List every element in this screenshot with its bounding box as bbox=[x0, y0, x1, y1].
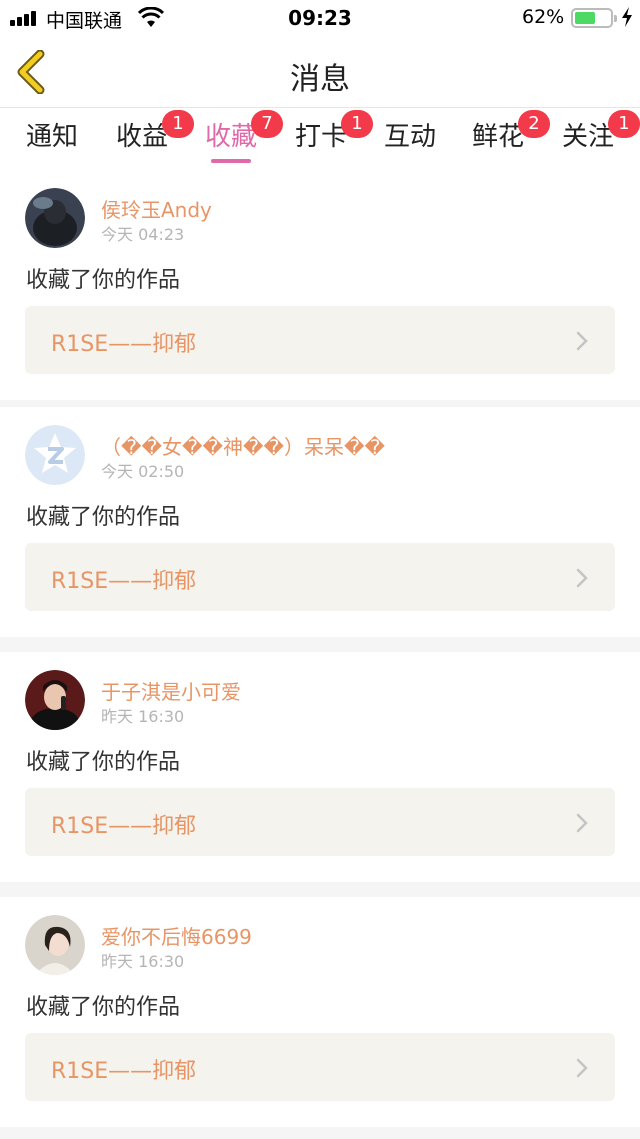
nav-bar: 消息 bbox=[0, 36, 640, 108]
chevron-right-icon bbox=[576, 568, 588, 588]
charging-icon bbox=[622, 7, 632, 27]
work-title: R1SE——抑郁 bbox=[51, 332, 197, 357]
timestamp: 昨天 16:30 bbox=[101, 707, 185, 726]
unread-badge: 1 bbox=[162, 110, 194, 138]
timestamp: 今天 02:50 bbox=[101, 462, 185, 481]
username-link[interactable]: 于子淇是小可爱 bbox=[101, 676, 241, 705]
tab-label: 收益 bbox=[116, 122, 169, 152]
username-link[interactable]: （��女��神��）呆呆�� bbox=[101, 431, 385, 460]
username-link[interactable]: 侯玲玉Andy bbox=[101, 194, 212, 223]
message-card: 侯玲玉Andy 今天 04:23 收藏了你的作品 R1SE——抑郁 bbox=[0, 170, 640, 400]
tab-label: 打卡 bbox=[295, 122, 348, 152]
chevron-right-icon bbox=[576, 813, 588, 833]
tab-checkin[interactable]: 打卡 1 bbox=[295, 110, 373, 166]
unread-badge: 1 bbox=[608, 110, 640, 138]
avatar[interactable] bbox=[25, 915, 85, 975]
active-tab-indicator bbox=[211, 159, 252, 163]
tab-favorites[interactable]: 收藏 7 bbox=[205, 110, 283, 166]
work-title: R1SE——抑郁 bbox=[51, 569, 197, 594]
work-link[interactable]: R1SE——抑郁 bbox=[25, 306, 615, 374]
action-text: 收藏了你的作品 bbox=[26, 268, 181, 293]
message-card: 爱你不后悔6699 昨天 16:30 收藏了你的作品 R1SE——抑郁 bbox=[0, 897, 640, 1127]
tab-follows[interactable]: 关注 1 bbox=[562, 110, 640, 166]
tab-label: 收藏 bbox=[205, 122, 258, 152]
battery-percent: 62% bbox=[522, 6, 565, 28]
message-card: 于子淇是小可爱 昨天 16:30 收藏了你的作品 R1SE——抑郁 bbox=[0, 652, 640, 882]
default-avatar-icon bbox=[25, 425, 85, 485]
category-tabs: 通知 收益 1 收藏 7 打卡 1 互动 鲜花 2 关注 1 bbox=[0, 108, 640, 170]
battery-level bbox=[575, 12, 595, 24]
work-link[interactable]: R1SE——抑郁 bbox=[25, 1033, 615, 1101]
tab-earnings[interactable]: 收益 1 bbox=[116, 110, 194, 166]
avatar[interactable] bbox=[25, 188, 85, 248]
tab-label: 关注 bbox=[562, 122, 615, 152]
message-card: （��女��神��）呆呆�� 今天 02:50 收藏了你的作品 R1SE——抑郁 bbox=[0, 407, 640, 637]
action-text: 收藏了你的作品 bbox=[26, 750, 181, 775]
tab-interactions[interactable]: 互动 bbox=[384, 116, 436, 166]
timestamp: 昨天 16:30 bbox=[101, 952, 185, 971]
action-text: 收藏了你的作品 bbox=[26, 505, 181, 530]
timestamp: 今天 04:23 bbox=[101, 225, 185, 244]
work-title: R1SE——抑郁 bbox=[51, 814, 197, 839]
avatar[interactable] bbox=[25, 670, 85, 730]
work-title: R1SE——抑郁 bbox=[51, 1059, 197, 1084]
status-bar: 中国联通 09:23 62% bbox=[0, 0, 640, 36]
unread-badge: 2 bbox=[518, 110, 550, 138]
avatar[interactable] bbox=[25, 425, 85, 485]
work-link[interactable]: R1SE——抑郁 bbox=[25, 543, 615, 611]
tab-label: 互动 bbox=[384, 122, 437, 152]
page-title: 消息 bbox=[290, 62, 350, 97]
tab-notifications[interactable]: 通知 bbox=[26, 116, 78, 166]
tab-label: 通知 bbox=[26, 122, 79, 152]
chevron-right-icon bbox=[576, 331, 588, 351]
battery-icon bbox=[571, 8, 617, 28]
unread-badge: 7 bbox=[251, 110, 283, 138]
action-text: 收藏了你的作品 bbox=[26, 995, 181, 1020]
username-link[interactable]: 爱你不后悔6699 bbox=[101, 921, 252, 950]
unread-badge: 1 bbox=[341, 110, 373, 138]
chevron-right-icon bbox=[576, 1058, 588, 1078]
work-link[interactable]: R1SE——抑郁 bbox=[25, 788, 615, 856]
tab-label: 鲜花 bbox=[472, 122, 525, 152]
tab-flowers[interactable]: 鲜花 2 bbox=[472, 110, 550, 166]
